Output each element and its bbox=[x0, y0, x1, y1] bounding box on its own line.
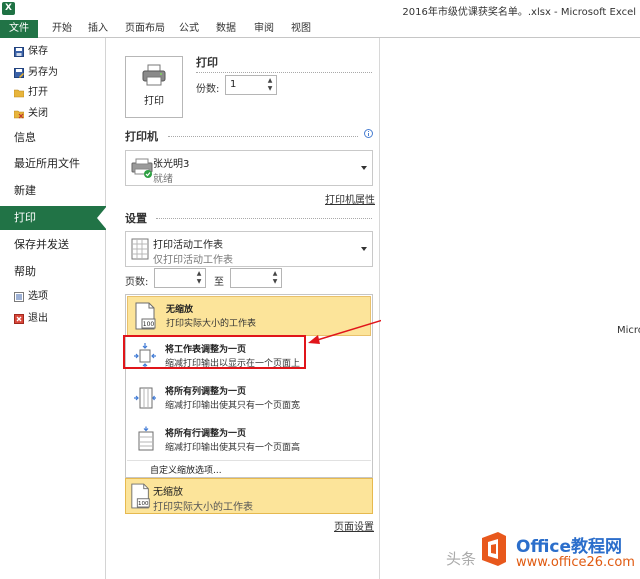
copies-spinner[interactable]: ▲ ▼ bbox=[266, 77, 274, 93]
watermark: 头条 Office教程网 www.office26.com bbox=[446, 528, 640, 579]
options-icon bbox=[14, 292, 24, 302]
copies-label: 份数: bbox=[196, 84, 220, 95]
tab-home[interactable]: 开始 bbox=[52, 20, 72, 38]
settings-divider bbox=[156, 218, 372, 219]
save-icon bbox=[14, 47, 24, 57]
print-what-main: 打印活动工作表 bbox=[153, 240, 223, 251]
nav-exit[interactable]: 退出 bbox=[0, 309, 106, 329]
nav-save-label: 保存 bbox=[28, 46, 48, 57]
preview-text: Micro bbox=[617, 325, 640, 336]
fit-rows-one-page-icon bbox=[138, 426, 154, 451]
close-file-icon bbox=[14, 110, 24, 119]
tab-insert[interactable]: 插入 bbox=[88, 20, 108, 38]
exit-icon bbox=[14, 314, 24, 324]
nav-options[interactable]: 选项 bbox=[0, 287, 106, 307]
open-folder-icon bbox=[14, 89, 24, 98]
print-what-dropdown[interactable]: 打印活动工作表 仅打印活动工作表 bbox=[125, 231, 373, 267]
printer-name: 张光明3 bbox=[153, 159, 190, 170]
print-button-label: 打印 bbox=[144, 96, 164, 107]
nav-save[interactable]: 保存 bbox=[0, 42, 106, 62]
no-scaling-icon-label: 100 bbox=[138, 501, 149, 507]
watermark-brand: Office教程网 bbox=[516, 537, 623, 557]
office-logo-icon bbox=[482, 532, 506, 566]
watermark-head-text: 头条 bbox=[446, 550, 477, 568]
scaling-dropdown[interactable]: 100 无缩放 打印实际大小的工作表 bbox=[125, 478, 373, 514]
print-preview: Micro bbox=[381, 38, 640, 579]
scaling-option-fit-rows[interactable]: 将所有行调整为一页 缩减打印输出使其只有一个页面高 bbox=[127, 421, 371, 461]
print-what-sub: 仅打印活动工作表 bbox=[153, 255, 233, 266]
nav-recent[interactable]: 最近所用文件 bbox=[0, 152, 106, 176]
nav-help[interactable]: 帮助 bbox=[0, 260, 106, 284]
nav-new[interactable]: 新建 bbox=[0, 179, 106, 203]
excel-app-icon[interactable]: X bbox=[2, 2, 15, 15]
tab-formulas[interactable]: 公式 bbox=[179, 20, 199, 38]
tab-file[interactable]: 文件 bbox=[0, 20, 38, 38]
menu-separator bbox=[127, 460, 371, 461]
pages-to-spinner[interactable]: ▲ ▼ bbox=[271, 270, 279, 286]
tab-page-layout[interactable]: 页面布局 bbox=[125, 20, 165, 38]
no-scaling-icon: 100 bbox=[131, 483, 150, 509]
backstage-nav: 保存 另存为 打开 关闭 信息 最近所用文件 新建 打印 保存并发送 帮助 选项… bbox=[0, 38, 107, 579]
fit-columns-one-page-icon bbox=[134, 387, 156, 409]
printer-section-title: 打印机 bbox=[125, 130, 158, 143]
annotation-highlight-box bbox=[123, 335, 306, 369]
pages-to-input[interactable]: ▲ ▼ bbox=[230, 268, 282, 288]
copies-input[interactable]: 1 ▲ ▼ bbox=[225, 75, 277, 95]
settings-section-title: 设置 bbox=[125, 212, 147, 225]
print-settings-panel: 打印 打印 份数: 1 ▲ ▼ 打印机 张光明3 就绪 打印机属性 设置 打印活动… bbox=[106, 38, 380, 579]
scaling-current-title: 无缩放 bbox=[153, 487, 183, 498]
pages-from-input[interactable]: ▲ ▼ bbox=[154, 268, 206, 288]
printer-properties-link[interactable]: 打印机属性 bbox=[325, 191, 375, 206]
nav-save-as[interactable]: 另存为 bbox=[0, 63, 106, 83]
tab-view[interactable]: 视图 bbox=[291, 20, 311, 38]
tab-review[interactable]: 审阅 bbox=[254, 20, 274, 38]
printer-device-icon bbox=[131, 158, 153, 178]
nav-save-as-label: 另存为 bbox=[28, 67, 58, 78]
scaling-option-desc: 缩减打印输出使其只有一个页面高 bbox=[165, 443, 301, 453]
watermark-url: www.office26.com bbox=[516, 555, 635, 570]
nav-save-send[interactable]: 保存并发送 bbox=[0, 233, 106, 257]
printer-dropdown[interactable]: 张光明3 就绪 bbox=[125, 150, 373, 186]
save-as-icon bbox=[14, 68, 24, 78]
printer-divider bbox=[168, 136, 358, 137]
scaling-option-desc: 打印实际大小的工作表 bbox=[166, 319, 257, 329]
active-sheet-icon bbox=[131, 238, 149, 260]
nav-info[interactable]: 信息 bbox=[0, 126, 106, 150]
nav-open-label: 打开 bbox=[28, 87, 48, 98]
ribbon-tab-bar: 文件 开始 插入 页面布局 公式 数据 审阅 视图 bbox=[0, 18, 640, 38]
print-section-title: 打印 bbox=[196, 56, 218, 69]
printer-status: 就绪 bbox=[153, 174, 173, 185]
scaling-option-fit-columns[interactable]: 将所有列调整为一页 缩减打印输出使其只有一个页面宽 bbox=[127, 379, 371, 419]
scaling-option-title: 将所有列调整为一页 bbox=[165, 387, 247, 397]
nav-open[interactable]: 打开 bbox=[0, 83, 106, 103]
title-bar: X 2016年市级优课获奖名单。.xlsx - Microsoft Excel bbox=[0, 0, 640, 18]
pages-to-label: 至 bbox=[214, 277, 224, 288]
tab-data[interactable]: 数据 bbox=[216, 20, 236, 38]
no-scaling-icon-label: 100 bbox=[143, 321, 155, 328]
no-scaling-icon: 100 bbox=[135, 302, 156, 330]
custom-scaling-options[interactable]: 自定义缩放选项... bbox=[150, 463, 222, 476]
nav-options-label: 选项 bbox=[28, 291, 48, 302]
nav-exit-label: 退出 bbox=[28, 313, 48, 324]
chevron-down-icon bbox=[361, 247, 367, 251]
nav-print[interactable]: 打印 bbox=[0, 206, 107, 230]
pages-label: 页数: bbox=[125, 277, 149, 288]
scaling-option-title: 将所有行调整为一页 bbox=[165, 429, 247, 439]
copies-value: 1 bbox=[230, 79, 237, 90]
scaling-current-desc: 打印实际大小的工作表 bbox=[153, 502, 253, 513]
page-setup-link[interactable]: 页面设置 bbox=[334, 518, 374, 533]
annotation-arrow-icon bbox=[308, 318, 387, 344]
info-icon[interactable] bbox=[364, 129, 373, 138]
print-divider bbox=[196, 72, 372, 73]
chevron-down-icon bbox=[361, 166, 367, 170]
pages-from-spinner[interactable]: ▲ ▼ bbox=[195, 270, 203, 286]
scaling-option-title: 无缩放 bbox=[166, 305, 194, 315]
nav-close[interactable]: 关闭 bbox=[0, 104, 106, 124]
print-button[interactable]: 打印 bbox=[125, 56, 183, 118]
window-title: 2016年市级优课获奖名单。.xlsx - Microsoft Excel bbox=[402, 7, 636, 18]
printer-icon bbox=[142, 64, 166, 86]
nav-close-label: 关闭 bbox=[28, 108, 48, 119]
scaling-option-desc: 缩减打印输出使其只有一个页面宽 bbox=[165, 401, 301, 411]
